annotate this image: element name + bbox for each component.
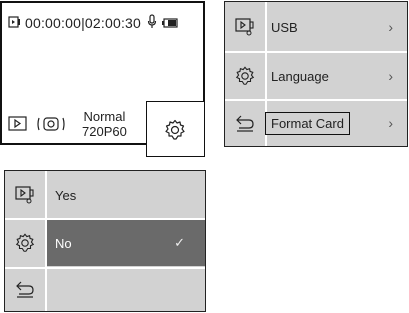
chevron-right-icon: › xyxy=(388,115,393,131)
option-yes[interactable]: Yes xyxy=(47,173,205,217)
menu-item-label: Language xyxy=(271,68,329,84)
microphone-icon xyxy=(147,14,157,32)
settings-menu: USB › Language › Format Card › xyxy=(224,1,408,147)
option-label: No xyxy=(55,235,72,251)
mode-row xyxy=(8,115,66,138)
back-icon[interactable] xyxy=(5,269,45,309)
video-icon[interactable] xyxy=(5,173,45,217)
settings-gear-icon xyxy=(165,119,185,140)
settings-gear-button[interactable] xyxy=(146,101,205,157)
video-icon[interactable] xyxy=(225,4,265,50)
playback-icon[interactable] xyxy=(8,116,28,137)
gear-icon[interactable] xyxy=(225,53,265,99)
chevron-right-icon: › xyxy=(388,19,393,35)
menu-item-usb[interactable]: USB › xyxy=(267,4,407,50)
back-icon[interactable] xyxy=(225,101,265,145)
checkmark-icon: ✓ xyxy=(174,235,185,250)
option-label: Yes xyxy=(55,187,77,203)
menu-item-label: Format Card xyxy=(265,111,350,135)
menu-item-language[interactable]: Language › xyxy=(267,53,407,99)
battery-icon xyxy=(162,15,178,31)
stabilization-icon[interactable] xyxy=(36,115,66,138)
chevron-right-icon: › xyxy=(388,68,393,84)
format-confirm-menu: Yes No ✓ xyxy=(4,170,206,312)
menu-item-label: USB xyxy=(271,19,298,35)
menu-item-format-card[interactable]: Format Card › xyxy=(265,106,407,140)
status-bar: 00:00:00|02:00:30 xyxy=(8,12,197,34)
mode-line-2: 720P60 xyxy=(82,124,127,139)
video-mode-icon xyxy=(8,15,21,31)
video-mode-label: Normal 720P60 xyxy=(82,109,127,139)
recording-time: 00:00:00|02:00:30 xyxy=(25,15,142,31)
gear-icon[interactable] xyxy=(5,220,45,266)
option-no[interactable]: No ✓ xyxy=(47,220,205,266)
option-back[interactable] xyxy=(47,269,205,309)
mode-line-1: Normal xyxy=(83,109,126,124)
